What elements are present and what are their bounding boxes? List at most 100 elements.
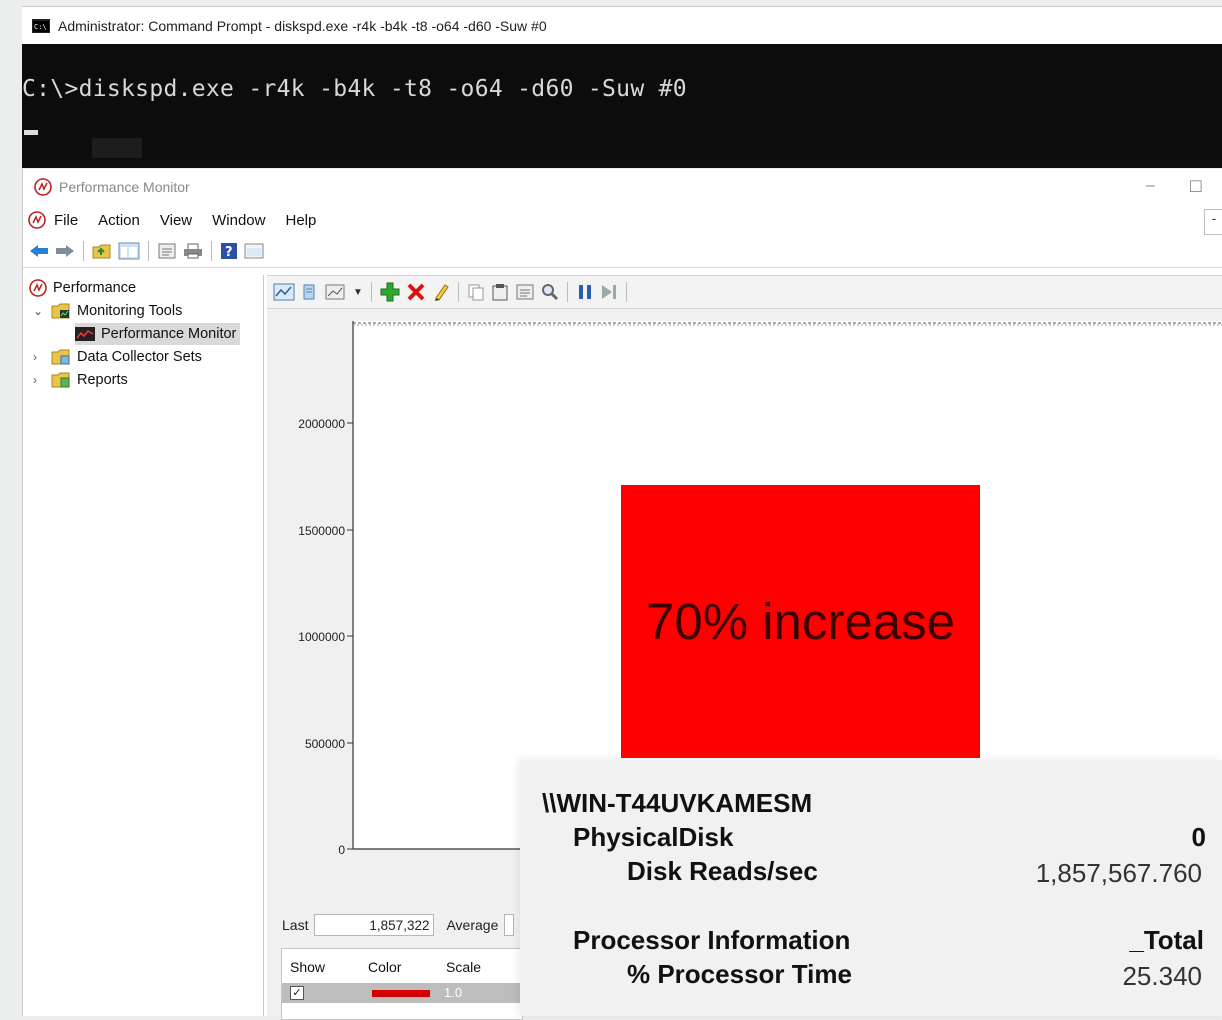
tick-1000000: 1000000 xyxy=(298,630,353,644)
toolbar-separator xyxy=(625,282,627,302)
menu-view[interactable]: View xyxy=(160,212,192,229)
cmd-smudge xyxy=(92,138,142,158)
stats-row: Last 1,857,322 Average xyxy=(282,914,515,936)
delete-counter-icon[interactable] xyxy=(406,282,426,302)
cmd-title-bar[interactable]: C:\ Administrator: Command Prompt - disk… xyxy=(22,6,1222,45)
paste-counter-list-icon[interactable] xyxy=(491,283,509,301)
help-icon[interactable]: ? xyxy=(220,242,238,260)
view-log-data-icon[interactable] xyxy=(301,283,319,301)
object-processor-information: Processor Information xyxy=(573,925,851,955)
counter-color-swatch xyxy=(372,990,430,997)
y-tick-label: 2000000 xyxy=(298,417,345,431)
tree-item-data-collector-sets[interactable]: › Data Collector Sets xyxy=(33,346,202,368)
mmc-view-icon[interactable] xyxy=(244,242,264,260)
toolbar-separator xyxy=(148,241,149,261)
graph-toolbar: ▼ xyxy=(267,275,1222,309)
counter-processor-time: % Processor Time xyxy=(627,959,852,989)
last-label: Last xyxy=(282,917,309,933)
tick-2000000: 2000000 xyxy=(298,417,353,431)
menu-bar: File Action View Window Help xyxy=(23,205,1222,235)
y-tick-label: 500000 xyxy=(305,737,345,751)
legend-header-scale[interactable]: Scale xyxy=(446,959,481,975)
y-tick-label: 2500000 xyxy=(298,321,345,324)
show-hide-tree-icon[interactable] xyxy=(118,242,140,260)
counter-scale: 1.0 xyxy=(444,985,463,1000)
zoom-icon[interactable] xyxy=(541,283,559,301)
child-window-minimize-button[interactable]: - xyxy=(1204,209,1222,235)
perfmon-app-icon xyxy=(34,178,52,196)
back-arrow-icon[interactable] xyxy=(29,243,49,259)
toolbar-separator xyxy=(211,241,212,261)
maximize-button[interactable]: ☐ xyxy=(1189,177,1203,197)
graph-properties-icon[interactable] xyxy=(515,283,535,301)
main-toolbar: ? xyxy=(23,235,1222,268)
freeze-display-icon[interactable] xyxy=(576,283,594,301)
instance-0: 0 xyxy=(1191,822,1206,852)
instance-total: _Total xyxy=(1129,925,1204,955)
tree-label-monitoring-tools: Monitoring Tools xyxy=(77,303,183,319)
menu-file[interactable]: File xyxy=(54,212,78,229)
chevron-right-icon[interactable]: › xyxy=(33,350,45,364)
print-icon[interactable] xyxy=(183,242,203,260)
average-value xyxy=(504,914,515,936)
perfmon-menu-icon[interactable] xyxy=(28,211,46,229)
tree-label-performance-monitor: Performance Monitor xyxy=(101,326,237,342)
counter-values-panel: \\WIN-T44UVKAMESM PhysicalDisk 0 Disk Re… xyxy=(520,760,1222,1016)
cmd-cursor xyxy=(24,130,38,135)
tree-item-performance-monitor[interactable]: Performance Monitor xyxy=(75,323,241,345)
folder-tools-icon xyxy=(51,302,71,320)
minimize-button[interactable]: – xyxy=(1146,177,1155,197)
machine-name: \\WIN-T44UVKAMESM xyxy=(542,788,813,818)
tree-item-reports[interactable]: › Reports xyxy=(33,369,128,391)
tree-item-monitoring-tools[interactable]: ⌄ Monitoring Tools xyxy=(33,300,182,322)
tick-2500000: 2500000 xyxy=(298,321,345,324)
increase-callout: 70% increase xyxy=(621,485,980,758)
menu-action[interactable]: Action xyxy=(98,212,140,229)
tree-item-performance[interactable]: Performance xyxy=(29,277,136,299)
forward-arrow-icon[interactable] xyxy=(55,243,75,259)
cmd-console[interactable]: C:\>diskspd.exe -r4k -b4k -t8 -o64 -d60 … xyxy=(22,44,1222,168)
chevron-down-icon[interactable]: ⌄ xyxy=(33,304,45,318)
chevron-right-icon[interactable]: › xyxy=(33,373,45,387)
perfmon-title-text: Performance Monitor xyxy=(59,179,190,195)
y-tick-label: 0 xyxy=(338,843,345,857)
reports-folder-icon xyxy=(51,371,71,389)
svg-text:?: ? xyxy=(225,245,233,260)
perfmon-title-bar[interactable]: Performance Monitor – ☐ xyxy=(23,169,1222,205)
menu-window[interactable]: Window xyxy=(212,212,265,229)
toolbar-separator xyxy=(83,241,84,261)
tick-1500000: 1500000 xyxy=(298,524,353,538)
legend-row[interactable]: ✓ 1.0 xyxy=(282,983,522,1003)
update-data-icon[interactable] xyxy=(600,283,618,301)
navigation-tree: Performance ⌄ Monitoring Tools Performan… xyxy=(23,275,264,1016)
menu-help[interactable]: Help xyxy=(285,212,316,229)
increase-text: 70% increase xyxy=(645,593,955,650)
tree-label-performance: Performance xyxy=(53,280,137,296)
y-tick-label: 1500000 xyxy=(298,524,345,538)
value-disk-reads: 1,857,567.760 xyxy=(1035,858,1202,888)
add-counter-icon[interactable] xyxy=(380,282,400,302)
tick-0: 0 xyxy=(338,843,353,857)
properties-icon[interactable] xyxy=(157,242,177,260)
cmd-command-line: C:\>diskspd.exe -r4k -b4k -t8 -o64 -d60 … xyxy=(22,76,687,102)
legend-header-show[interactable]: Show xyxy=(290,959,325,975)
change-graph-type-icon[interactable] xyxy=(325,283,347,301)
counter-disk-reads: Disk Reads/sec xyxy=(627,856,818,886)
graph-type-dropdown-icon[interactable]: ▼ xyxy=(353,287,363,298)
y-tick-label: 1000000 xyxy=(298,630,345,644)
legend-header-color[interactable]: Color xyxy=(368,959,401,975)
toolbar-separator xyxy=(370,282,372,302)
tree-label-reports: Reports xyxy=(77,372,128,388)
view-current-activity-icon[interactable] xyxy=(273,283,295,301)
copy-properties-icon[interactable] xyxy=(467,283,485,301)
up-folder-icon[interactable] xyxy=(92,242,112,260)
perfmon-node-icon xyxy=(29,279,47,297)
counter-legend: Show Color Scale ✓ 1.0 xyxy=(281,948,523,1020)
average-label: Average xyxy=(446,917,499,933)
cmd-icon: C:\ xyxy=(32,19,50,33)
value-processor-time: 25.340 xyxy=(1122,961,1202,991)
tick-500000: 500000 xyxy=(305,737,353,751)
show-checkbox[interactable]: ✓ xyxy=(290,986,304,1000)
highlight-icon[interactable] xyxy=(432,282,450,302)
svg-text:C:\: C:\ xyxy=(34,23,47,31)
